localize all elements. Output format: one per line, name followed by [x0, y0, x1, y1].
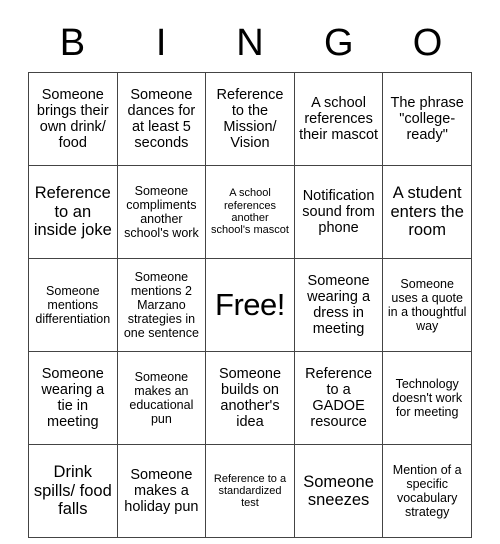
bingo-header-letter-i: I [155, 22, 167, 64]
bingo-header-letter-g: G [324, 22, 354, 64]
bingo-row: Someone wearing a tie in meeting Someone … [28, 351, 472, 445]
bingo-row: Someone mentions differentiation Someone … [28, 258, 472, 352]
bingo-cell[interactable]: The phrase "college-ready" [382, 72, 472, 166]
bingo-cell[interactable]: Someone mentions 2 Marzano strategies in… [116, 258, 207, 352]
bingo-cell[interactable]: Mention of a specific vocabulary strateg… [382, 444, 472, 538]
bingo-header-letter-n: N [236, 22, 264, 64]
bingo-cell[interactable]: Reference to a standardized test [205, 444, 295, 538]
bingo-cell[interactable]: Someone sneezes [293, 444, 384, 538]
bingo-cell[interactable]: A school references another school's mas… [205, 165, 295, 259]
bingo-cell[interactable]: A school references their mascot [293, 72, 384, 166]
bingo-cell[interactable]: Someone compliments another school's wor… [116, 165, 207, 259]
bingo-grid: Someone brings their own drink/ food Some… [28, 72, 472, 538]
bingo-cell[interactable]: Someone dances for at least 5 seconds [116, 72, 207, 166]
bingo-cell[interactable]: Someone wearing a dress in meeting [293, 258, 384, 352]
bingo-row: Drink spills/ food falls Someone makes a … [28, 444, 472, 538]
bingo-cell[interactable]: Someone brings their own drink/ food [28, 72, 118, 166]
bingo-cell[interactable]: Reference to a GADOE resource [293, 351, 384, 445]
bingo-row: Reference to an inside joke Someone compl… [28, 165, 472, 259]
bingo-cell[interactable]: Someone builds on another's idea [205, 351, 295, 445]
bingo-cell[interactable]: Drink spills/ food falls [28, 444, 118, 538]
bingo-card: B I N G O Someone brings their own drink/ fo… [28, 14, 472, 538]
bingo-cell[interactable]: Someone mentions differentiation [28, 258, 118, 352]
bingo-cell[interactable]: Reference to an inside joke [28, 165, 118, 259]
bingo-cell[interactable]: A student enters the room [382, 165, 472, 259]
bingo-cell[interactable]: Notification sound from phone [293, 165, 384, 259]
bingo-cell[interactable]: Someone wearing a tie in meeting [28, 351, 118, 445]
bingo-cell[interactable]: Reference to the Mission/ Vision [205, 72, 295, 166]
bingo-cell[interactable]: Someone uses a quote in a thoughtful way [382, 258, 472, 352]
bingo-cell[interactable]: Someone makes an educational pun [116, 351, 207, 445]
bingo-cell[interactable]: Someone makes a holiday pun [116, 444, 207, 538]
bingo-header-letter-o: O [412, 22, 443, 64]
bingo-header-letter-b: B [59, 22, 86, 64]
bingo-cell[interactable]: Technology doesn't work for meeting [382, 351, 472, 445]
bingo-header: BINGO [28, 14, 472, 72]
bingo-free-space[interactable]: Free! [205, 258, 295, 352]
bingo-grid-body: Someone brings their own drink/ food Some… [28, 72, 472, 538]
bingo-row: Someone brings their own drink/ food Some… [28, 72, 472, 166]
